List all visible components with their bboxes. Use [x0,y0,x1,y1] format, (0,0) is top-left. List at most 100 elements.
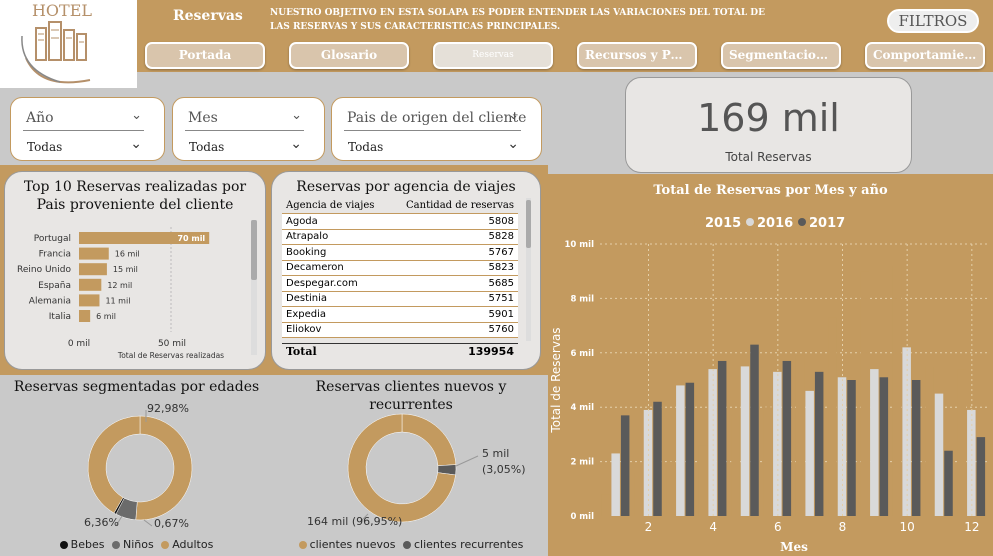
chevron-down-icon[interactable]: ⌄ [291,108,302,123]
agency-total-row: Total 139954 [282,343,518,359]
data-label: 11 mil [105,296,130,305]
ages-legend: Bebes Niños Adultos [0,538,273,551]
scroll-thumb[interactable] [526,200,531,248]
nav-comportamiento[interactable]: Comportamiento... [865,42,985,69]
leader-line [143,519,153,527]
slicer-anio[interactable]: Año ⌄ Todas ⌄ [10,97,165,161]
agency-count: 5901 [389,306,518,323]
table-row[interactable]: Booking 5767 [282,244,518,261]
chevron-down-icon[interactable]: ⌄ [290,136,302,152]
chevron-down-icon[interactable]: ⌄ [508,108,519,123]
axis-label: Mes [780,540,808,554]
nav-reservas[interactable]: Reservas [433,42,553,69]
agency-name: Eliokov [282,322,390,338]
bar-2015-mes-3 [666,461,676,516]
bar-2016-mes-5 [740,366,750,516]
country-label: Italia [49,312,71,322]
agency-count: 5767 [389,244,518,261]
bar-2015-mes-7 [795,355,805,516]
clients-label-recurrentes-pct: (3,05%) [482,463,526,476]
legend-item[interactable]: Bebes [71,538,105,551]
nav-glosario[interactable]: Glosario [289,42,409,69]
legend-item[interactable]: clientes nuevos [310,538,396,551]
slicer-mes[interactable]: Mes ⌄ Todas ⌄ [172,97,325,161]
chevron-down-icon[interactable]: ⌄ [507,136,519,152]
agency-name: Decameron [282,260,390,276]
agency-count: 5823 [389,260,518,276]
column-header[interactable]: Cantidad de reservas [389,198,518,214]
bar-2016-mes-11 [934,393,944,516]
kpi-value: 169 mil [697,96,840,140]
agency-title: Reservas por agencia de viajes [296,179,516,195]
country-bar [79,247,109,260]
clients-legend: clientes nuevos clientes recurrentes [280,538,542,551]
slicer-label: Año [26,110,54,126]
bar-2016-mes-7 [805,390,814,516]
table-row[interactable]: Expedia 5901 [282,306,518,323]
agency-count: 5760 [389,322,518,338]
slice-nuevos [401,413,457,467]
legend-item: 2015 [705,216,741,231]
table-row[interactable]: Decameron 5823 [282,260,518,276]
legend-item[interactable]: clientes recurrentes [414,538,523,551]
clients-label-recurrentes: 5 mil [482,447,510,460]
kpi-card: 169 mil Total Reservas [625,77,912,173]
axis-label: Total de Reservas realizadas [117,351,224,360]
total-label: Total [286,345,317,358]
nav-segmentacion[interactable]: Segmentacion de... [721,42,841,69]
bar-2017-mes-11 [944,450,953,516]
filters-button[interactable]: FILTROS [887,9,979,33]
scrollbar[interactable] [251,220,257,355]
legend-item[interactable]: Niños [123,538,154,551]
nav-recursos[interactable]: Recursos y Personal [577,42,697,69]
data-label: 16 mil [115,250,140,259]
bar-2017-mes-2 [653,401,662,516]
scroll-thumb[interactable] [251,220,257,280]
bar-2017-mes-1 [620,415,630,516]
tick-label: 6 mil [570,349,594,359]
data-label: 15 mil [113,265,138,274]
data-label: 70 mil [177,234,205,243]
bar-2017-mes-10 [911,380,921,516]
table-row[interactable]: Agoda 5808 [282,213,518,230]
chevron-down-icon[interactable]: ⌄ [131,108,142,123]
tick-label: 4 mil [570,403,594,413]
top10-chart: Portugal 70 mil Francia 16 mil Reino Unido 15… [17,227,224,360]
table-row[interactable]: Destinia 5751 [282,291,518,307]
bar-2016-mes-1 [611,453,620,516]
bar-2015-mes-8 [828,317,837,516]
country-bar [79,263,107,276]
ages-label-bebes: 0,67% [154,517,189,530]
slicer-value: Todas [27,140,63,154]
bar-2015-mes-10 [892,265,902,516]
bar-2016-mes-10 [902,347,911,516]
ages-title: Reservas segmentadas por edades [13,379,260,395]
nav-portada[interactable]: Portada [145,42,265,69]
tick-label: 0 mil [570,512,594,522]
legend-item: 2017 [809,216,845,231]
agency-name: Despegar.com [282,275,390,292]
tick-label: 10 [900,520,915,534]
table-row[interactable]: Atrapalo 5828 [282,229,518,245]
column-header[interactable]: Agencia de viajes [282,198,390,214]
bar-2015-mes-12 [957,369,967,516]
bar-2017-mes-5 [750,344,759,516]
agency-name: Booking [282,244,390,261]
legend-item: 2016 [757,216,793,231]
country-label: España [38,281,71,291]
total-value: 139954 [468,345,514,358]
page-objective: NUESTRO OBJETIVO EN ESTA SOLAPA ES PODER… [270,8,765,32]
legend-dot [746,218,754,226]
slicer-pais[interactable]: Pais de origen del cliente ⌄ Todas ⌄ [331,97,542,161]
agency-name: Expedia [282,306,390,323]
chevron-down-icon[interactable]: ⌄ [130,136,142,152]
bar-2016-mes-3 [676,385,685,516]
agency-table: Agencia de viajes Cantidad de reservas A… [282,198,518,338]
logo-text: HOTEL [32,1,92,20]
bar-2017-mes-9 [879,377,889,516]
legend-item[interactable]: Adultos [172,538,213,551]
country-bar [79,294,100,307]
scrollbar[interactable] [526,198,531,341]
table-row[interactable]: Eliokov 5760 [282,322,518,338]
table-row[interactable]: Despegar.com 5685 [282,275,518,292]
